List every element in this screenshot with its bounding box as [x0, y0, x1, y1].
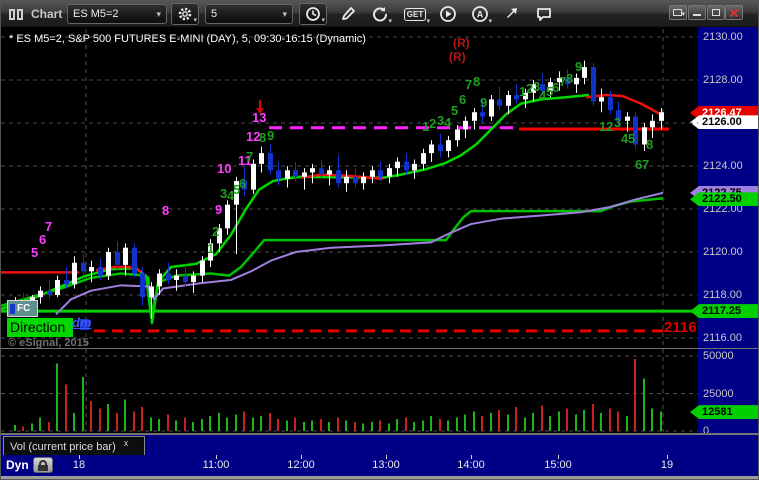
volume-axis-label: 25000 [703, 387, 734, 400]
tab-volume[interactable]: Vol (current price bar) x [3, 436, 145, 456]
close-button[interactable] [725, 5, 743, 20]
price-axis-label: 2128.00 [703, 74, 743, 86]
notes-button[interactable] [531, 3, 557, 25]
chevron-down-icon: ▾ [282, 8, 287, 19]
time-axis-label: 14:00 [457, 459, 485, 471]
time-lock-button[interactable] [33, 457, 53, 473]
time-axis-label: 12:00 [287, 459, 315, 471]
title-bar: Chart ES M5=2 ▾ ▾ 5 ▾ ▾ ▾ GET ▾ A ▾ ▾ [1, 1, 758, 27]
dock-arrow-icon: ▾ [681, 11, 685, 18]
refresh-button[interactable]: ▾ [367, 3, 393, 25]
time-template-button[interactable]: ▾ [299, 3, 327, 25]
dyn-mode-label[interactable]: Dyn [6, 458, 29, 472]
price-axis-label: 2116.00 [703, 332, 742, 344]
chevron-down-icon: ▾ [426, 18, 430, 25]
time-axis-label: 15:00 [544, 459, 572, 471]
tab-label: Vol (current price bar) [10, 440, 116, 453]
symbol-dropdown[interactable]: ES M5=2 ▾ [67, 4, 167, 24]
time-axis[interactable]: Dyn 18 11:00 12:00 13:00 14:00 15:00 19 [1, 455, 758, 476]
auto-trade-button[interactable]: A ▾ [467, 3, 493, 25]
chart-area[interactable] [1, 27, 698, 434]
chart-symbol-title: * ES M5=2, S&P 500 FUTURES E-MINI (DAY),… [9, 33, 366, 45]
price-axis-label: 2118.00 [703, 289, 742, 301]
draw-tool-button[interactable] [335, 3, 361, 25]
time-axis-label: 11:00 [202, 459, 230, 471]
svg-text:A: A [477, 10, 484, 20]
fc-label: FC [17, 303, 31, 314]
maximize-button[interactable] [707, 5, 725, 20]
pencil-icon [342, 7, 355, 20]
window-title: Chart [31, 7, 63, 21]
interval-value: 5 [211, 8, 218, 20]
time-axis-label: 13:00 [372, 459, 400, 471]
gear-icon [178, 7, 192, 21]
window-bottom-edge [1, 476, 758, 479]
lock-icon [38, 465, 48, 471]
play-button[interactable] [435, 3, 461, 25]
dm-label[interactable]: dm [72, 315, 92, 330]
symbol-value: ES M5=2 [73, 8, 119, 20]
price-badge: 2117.25 [690, 304, 758, 319]
minimize-button[interactable] [688, 5, 706, 20]
play-icon [440, 6, 456, 22]
minimize-icon [693, 14, 701, 16]
price-axis-label: 2124.00 [703, 160, 743, 172]
note-bubble-icon [537, 8, 551, 21]
volume-badge: 12581 [690, 405, 758, 420]
window-icon [9, 9, 25, 20]
tab-close-icon[interactable]: x [124, 438, 129, 448]
price-axis-label: 2120.00 [703, 246, 743, 258]
fc-indicator-box[interactable]: FC [7, 300, 38, 317]
get-data-button[interactable]: GET ▾ [399, 3, 431, 25]
interval-dropdown[interactable]: 5 ▾ [205, 4, 293, 24]
time-axis-label: 19 [660, 459, 674, 471]
symbol-settings-button[interactable]: ▾ [171, 3, 199, 25]
price-axis[interactable]: 2130.002128.002126.002124.002122.002120.… [690, 27, 758, 437]
dock-window-button[interactable]: ▾ [669, 5, 687, 20]
maximize-icon [712, 9, 720, 16]
clock-icon [306, 7, 320, 21]
link-arrows-icon [507, 8, 517, 18]
position-marker-icon [10, 303, 15, 314]
direction-label: Direction [7, 318, 73, 337]
chevron-down-icon: ▾ [156, 8, 161, 19]
chevron-down-icon: ▾ [321, 17, 325, 24]
volume-axis-label: 50000 [703, 350, 734, 362]
chart-window: Chart ES M5=2 ▾ ▾ 5 ▾ ▾ ▾ GET ▾ A ▾ ▾ 21… [0, 0, 759, 480]
time-axis-label: 18 [72, 459, 86, 471]
auto-a-icon: A [472, 6, 488, 22]
link-button[interactable] [499, 3, 525, 25]
chevron-down-icon: ▾ [193, 17, 197, 24]
price-badge: 2126.00 [690, 115, 758, 130]
indicator-tab-strip: Vol (current price bar) x [1, 434, 758, 456]
refresh-icon [373, 7, 387, 22]
esignal-watermark: © eSignal, 2015 [8, 337, 89, 349]
price-badge: 2122.50 [690, 192, 758, 207]
chevron-down-icon: ▾ [388, 18, 392, 25]
chevron-down-icon: ▾ [488, 18, 492, 25]
support-level-label: 2116 [664, 319, 697, 336]
get-icon: GET [403, 7, 427, 21]
price-axis-label: 2130.00 [703, 31, 743, 43]
